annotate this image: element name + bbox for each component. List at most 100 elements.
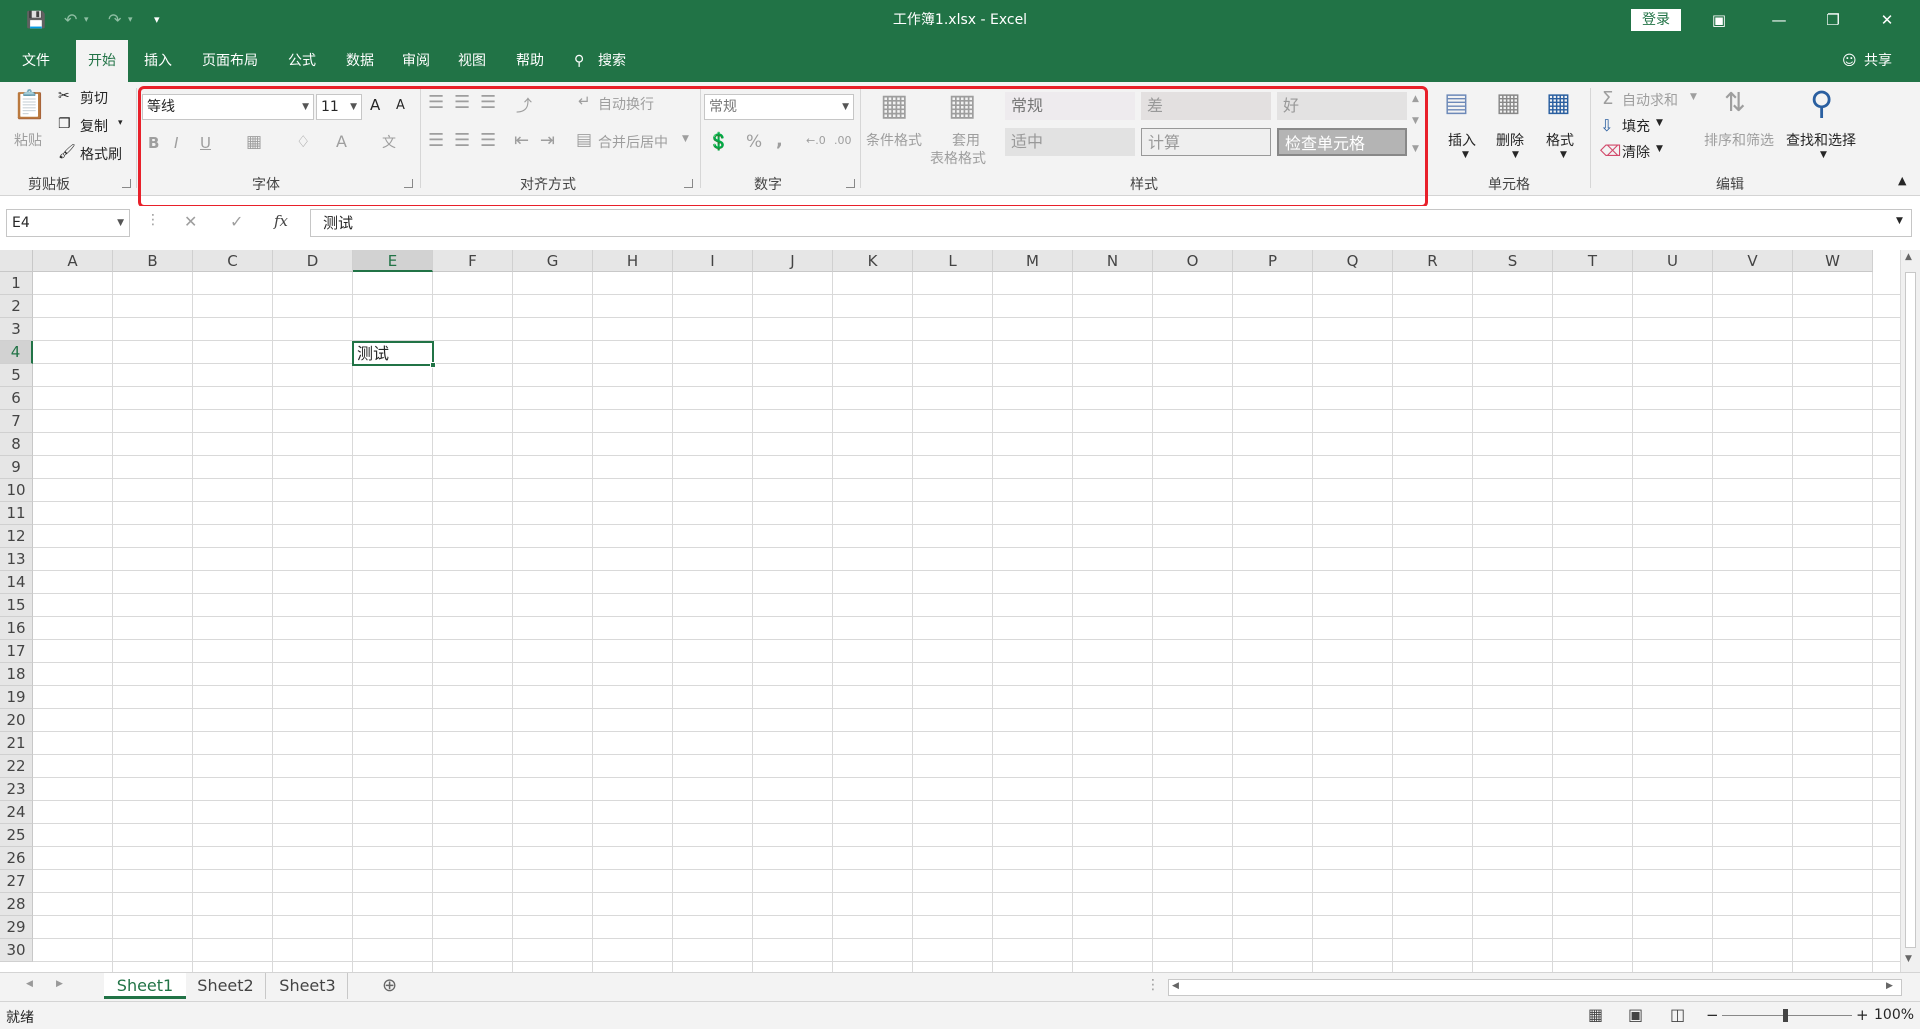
undo-dropdown-icon[interactable]: ▾ [84, 0, 89, 40]
copy-icon[interactable]: ❐ [58, 116, 71, 132]
delete-cells-button[interactable]: 删除 [1496, 130, 1524, 150]
minimize-icon[interactable]: — [1756, 0, 1802, 40]
scroll-sheets-right-icon[interactable]: ▶ [56, 979, 63, 989]
chevron-down-icon[interactable]: ▼ [1690, 92, 1697, 102]
search-icon[interactable]: ⚲ [574, 40, 584, 82]
name-box[interactable]: E4 ▼ [6, 209, 130, 237]
scroll-left-icon[interactable]: ◀ [1172, 981, 1179, 991]
clear-button[interactable]: 清除 [1622, 142, 1650, 162]
column-header-c[interactable]: C [193, 250, 273, 272]
tab-home[interactable]: 开始 [76, 40, 128, 82]
fill-handle[interactable] [430, 362, 436, 368]
column-header-q[interactable]: Q [1313, 250, 1393, 272]
expand-formula-bar-icon[interactable]: ▼ [1896, 216, 1903, 226]
tab-formulas[interactable]: 公式 [288, 40, 316, 82]
row-header-26[interactable]: 26 [0, 847, 33, 870]
undo-icon[interactable]: ↶ [64, 0, 77, 40]
row-header-3[interactable]: 3 [0, 318, 33, 341]
sort-filter-icon[interactable]: ⇅ [1724, 88, 1746, 118]
row-header-17[interactable]: 17 [0, 640, 33, 663]
insert-cells-icon[interactable]: ▤ [1444, 88, 1469, 118]
format-painter-icon[interactable]: 🖌 [58, 144, 76, 160]
tab-view[interactable]: 视图 [458, 40, 486, 82]
copy-button[interactable]: 复制 [80, 116, 108, 136]
row-header-20[interactable]: 20 [0, 709, 33, 732]
row-header-30[interactable]: 30 [0, 939, 33, 962]
add-sheet-icon[interactable]: ⊕ [382, 975, 397, 996]
scroll-sheets-left-icon[interactable]: ◀ [26, 979, 33, 989]
row-header-4[interactable]: 4 [0, 341, 33, 364]
row-header-7[interactable]: 7 [0, 410, 33, 433]
tab-insert[interactable]: 插入 [144, 40, 172, 82]
more-options-icon[interactable]: ⋮ [146, 212, 160, 228]
customize-qat-icon[interactable]: ▾ [154, 0, 160, 40]
row-header-19[interactable]: 19 [0, 686, 33, 709]
close-icon[interactable]: ✕ [1864, 0, 1910, 40]
row-header-5[interactable]: 5 [0, 364, 33, 387]
page-layout-view-icon[interactable]: ▣ [1628, 1005, 1643, 1024]
column-header-d[interactable]: D [273, 250, 353, 272]
row-header-9[interactable]: 9 [0, 456, 33, 479]
format-cells-button[interactable]: 格式 [1546, 130, 1574, 150]
scroll-right-icon[interactable]: ▶ [1886, 981, 1893, 991]
zoom-in-button[interactable]: + [1856, 1006, 1869, 1024]
cancel-icon[interactable]: ✕ [184, 212, 197, 231]
row-header-13[interactable]: 13 [0, 548, 33, 571]
page-break-view-icon[interactable]: ◫ [1670, 1005, 1685, 1024]
find-select-icon[interactable]: ⚲ [1810, 84, 1833, 122]
row-header-25[interactable]: 25 [0, 824, 33, 847]
clipboard-launcher-icon[interactable] [122, 179, 131, 188]
insert-cells-button[interactable]: 插入 [1448, 130, 1476, 150]
row-header-28[interactable]: 28 [0, 893, 33, 916]
tab-search[interactable]: 搜索 [598, 40, 626, 82]
share-icon[interactable]: ☺ [1842, 40, 1857, 82]
find-select-button[interactable]: 查找和选择 [1786, 130, 1856, 150]
column-header-b[interactable]: B [113, 250, 193, 272]
redo-icon[interactable]: ↷ [108, 0, 121, 40]
tab-data[interactable]: 数据 [346, 40, 374, 82]
autosum-button[interactable]: 自动求和 [1622, 90, 1678, 110]
ribbon-display-icon[interactable]: ▣ [1696, 0, 1742, 40]
tab-help[interactable]: 帮助 [516, 40, 544, 82]
row-header-23[interactable]: 23 [0, 778, 33, 801]
row-header-11[interactable]: 11 [0, 502, 33, 525]
column-header-p[interactable]: P [1233, 250, 1313, 272]
copy-dropdown-icon[interactable]: ▾ [118, 118, 123, 128]
delete-cells-icon[interactable]: ▦ [1496, 88, 1521, 118]
tab-file[interactable]: 文件 [22, 40, 50, 82]
column-header-k[interactable]: K [833, 250, 913, 272]
horizontal-scrollbar[interactable] [1168, 979, 1902, 996]
column-header-o[interactable]: O [1153, 250, 1233, 272]
active-cell[interactable]: 测试 [352, 341, 436, 368]
collapse-ribbon-icon[interactable]: ▲ [1898, 174, 1906, 187]
vertical-scrollbar[interactable]: ▲ ▼ [1900, 250, 1920, 972]
column-header-e[interactable]: E [353, 250, 433, 272]
zoom-level[interactable]: 100% [1874, 1007, 1914, 1023]
column-header-h[interactable]: H [593, 250, 673, 272]
paste-icon[interactable]: 📋 [12, 88, 47, 121]
column-header-w[interactable]: W [1793, 250, 1873, 272]
sort-filter-button[interactable]: 排序和筛选 [1704, 130, 1774, 150]
column-header-g[interactable]: G [513, 250, 593, 272]
save-icon[interactable]: 💾 [26, 0, 46, 40]
chevron-down-icon[interactable]: ▼ [1560, 150, 1567, 160]
row-header-15[interactable]: 15 [0, 594, 33, 617]
fill-icon[interactable]: ⇩ [1600, 116, 1613, 135]
enter-icon[interactable]: ✓ [230, 212, 243, 231]
chevron-down-icon[interactable]: ▼ [1512, 150, 1519, 160]
column-header-f[interactable]: F [433, 250, 513, 272]
row-header-12[interactable]: 12 [0, 525, 33, 548]
column-header-r[interactable]: R [1393, 250, 1473, 272]
column-header-u[interactable]: U [1633, 250, 1713, 272]
insert-function-icon[interactable]: fx [274, 212, 288, 230]
share-button[interactable]: 共享 [1864, 40, 1892, 82]
formula-input[interactable]: 测试 [310, 209, 1912, 237]
scroll-up-icon[interactable]: ▲ [1905, 252, 1912, 262]
autosum-icon[interactable]: Σ [1602, 88, 1613, 109]
format-painter-button[interactable]: 格式刷 [80, 144, 122, 164]
row-header-6[interactable]: 6 [0, 387, 33, 410]
column-header-t[interactable]: T [1553, 250, 1633, 272]
sheet-tab-2[interactable]: Sheet2 [186, 973, 266, 999]
paste-button[interactable]: 粘贴 [14, 130, 42, 150]
fill-button[interactable]: 填充 [1622, 116, 1650, 136]
